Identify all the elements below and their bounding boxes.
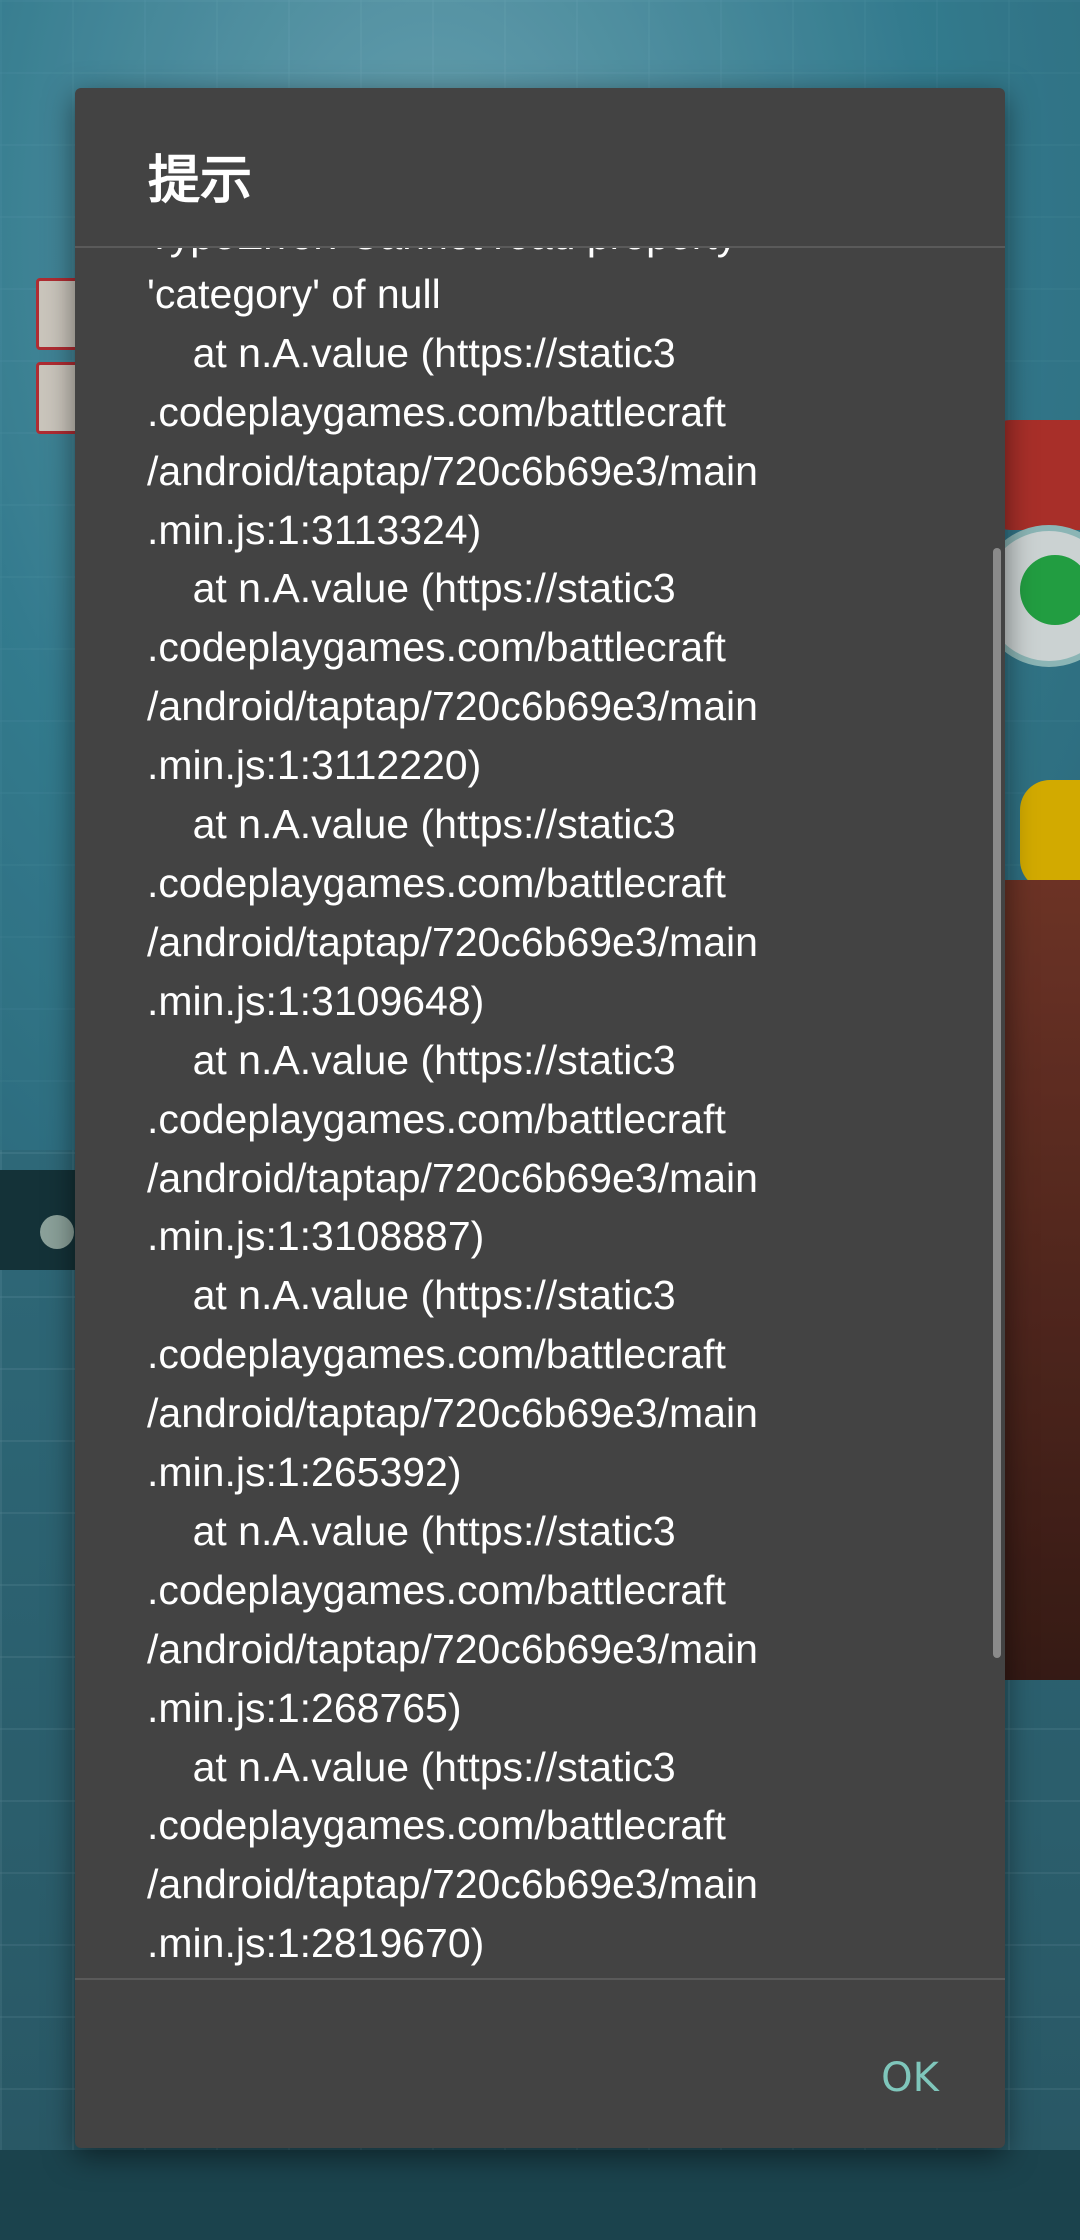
dialog-error-message: TypeError: Cannot read property 'categor… bbox=[147, 248, 758, 1967]
dialog-scrollbar[interactable] bbox=[993, 548, 1001, 1658]
dialog-divider-bottom bbox=[75, 1978, 1005, 1980]
ok-button[interactable]: OK bbox=[835, 2038, 985, 2118]
error-dialog: 提示 TypeError: Cannot read property 'cate… bbox=[75, 88, 1005, 2148]
dialog-message-scroll-area[interactable]: TypeError: Cannot read property 'categor… bbox=[75, 248, 1005, 2068]
dialog-title: 提示 bbox=[148, 151, 253, 211]
